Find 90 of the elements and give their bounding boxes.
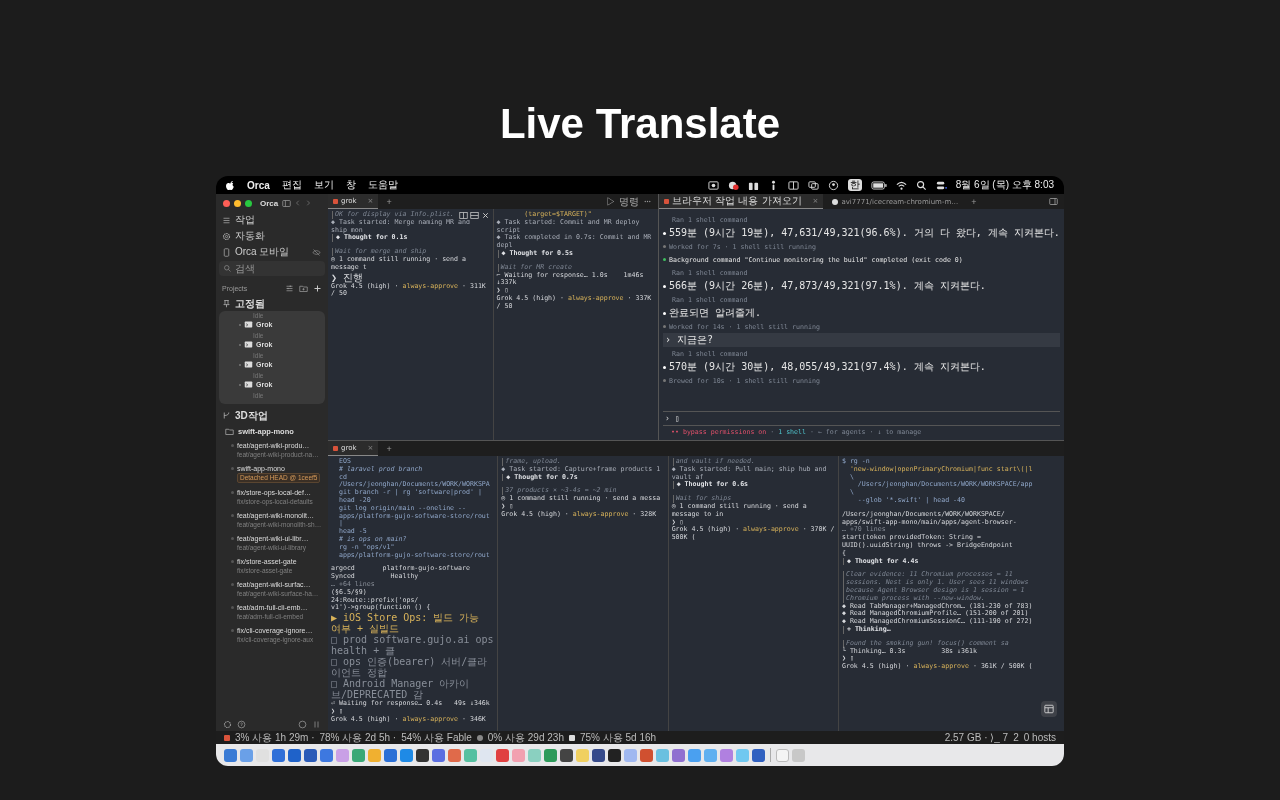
- apple-icon[interactable]: [226, 179, 235, 191]
- branch-icon: [222, 411, 231, 420]
- folder-icon: [225, 426, 234, 436]
- menu-item[interactable]: 창: [345, 178, 356, 192]
- status-dot: [663, 365, 666, 369]
- book-icon[interactable]: [787, 179, 799, 191]
- screen-record-icon[interactable]: [707, 179, 719, 191]
- plus-icon[interactable]: [313, 284, 322, 293]
- usage-icon: [476, 734, 483, 741]
- app-icon[interactable]: [560, 748, 573, 762]
- chat-line: 559분 (9시간 19분), 47,631/49,321(96.6%). 거의 다 왔다, 계속 지켜본다.: [669, 226, 1060, 240]
- battery-icon[interactable]: [870, 179, 887, 191]
- list-icon: [222, 215, 231, 225]
- window-title: Orca: [260, 198, 279, 208]
- status-dot: [663, 379, 666, 382]
- app-icon[interactable]: [608, 748, 621, 762]
- chat-line: 완료되면 알려줄게.: [669, 306, 762, 320]
- group-label[interactable]: 고정됨: [235, 297, 265, 310]
- nav-item[interactable]: Orca 모바일: [235, 246, 290, 258]
- prompt-input[interactable]: › ▯: [663, 411, 1060, 426]
- zoom-button[interactable]: [245, 199, 252, 207]
- nav-item[interactable]: 작업: [235, 214, 255, 226]
- chat-line: › 지금은?: [665, 333, 714, 347]
- sidebar-toggle-icon[interactable]: [282, 198, 292, 208]
- input-source-badge[interactable]: 한: [847, 179, 862, 191]
- user-icon[interactable]: [827, 179, 839, 191]
- terminal-line: □ ops 인증(bearer) 서버/클라이언트 정합: [331, 656, 489, 679]
- status-dot: [663, 284, 666, 288]
- status-dot: [663, 258, 666, 261]
- menu-item[interactable]: 편집: [281, 178, 302, 192]
- new-tab-button[interactable]: +: [967, 196, 981, 207]
- app-icon[interactable]: [416, 748, 429, 762]
- usage-text: 3% 사용 1h 29m ·: [235, 730, 315, 745]
- sliders-icon[interactable]: [285, 284, 294, 293]
- layout-button[interactable]: [1041, 701, 1057, 717]
- chat-line: 566분 (9시간 26분), 47,873/49,321(97.1%). 계속 지켜본다.: [669, 279, 986, 293]
- columns-icon[interactable]: [312, 719, 321, 729]
- close-icon[interactable]: [480, 211, 490, 220]
- new-folder-icon[interactable]: [299, 284, 308, 293]
- memory-text: 2.57 GB · ⟩_ 7: [944, 732, 1009, 743]
- eye-off-icon[interactable]: [312, 247, 321, 257]
- ports-text: 2: [1013, 732, 1019, 743]
- split-icon[interactable]: [469, 211, 479, 220]
- help-icon[interactable]: [237, 719, 246, 729]
- run-button[interactable]: ▷ 명령: [606, 195, 639, 208]
- search-icon[interactable]: [915, 179, 927, 191]
- app-icon[interactable]: [592, 748, 605, 762]
- status-dot: [663, 231, 666, 235]
- phone-icon: [222, 247, 231, 257]
- new-tab-button[interactable]: +: [382, 443, 396, 454]
- terminal-icon: [244, 340, 253, 349]
- terminal-icon: [244, 360, 253, 369]
- circle-icon[interactable]: [298, 719, 307, 729]
- status-dot: [663, 325, 666, 328]
- nav-item[interactable]: 자동화: [235, 230, 265, 242]
- usage-text: 0% 사용 29d 23h: [487, 730, 564, 745]
- terminal-icon: [244, 320, 253, 329]
- wifi-icon[interactable]: [895, 179, 907, 191]
- new-tab-button[interactable]: +: [382, 196, 396, 207]
- split-icon[interactable]: [458, 211, 468, 220]
- group-label[interactable]: 3D작업: [235, 409, 268, 422]
- settings-icon[interactable]: [223, 719, 232, 729]
- status-dot: [663, 245, 666, 248]
- status-dot: [663, 311, 666, 315]
- terminal-line: □ prod software.gujo.ai ops health + 클: [331, 634, 495, 657]
- close-button[interactable]: [223, 199, 230, 207]
- usage-text: 54% 사용 Fable: [401, 730, 472, 745]
- headline: Live Translate: [499, 99, 781, 149]
- hosts-text: 0 hosts: [1023, 732, 1056, 743]
- chat-line: 570분 (9시간 30분), 48,055/49,321(97.4%). 계속 지켜본다.: [669, 360, 986, 374]
- usage-text: 75% 사용 5d 16h: [579, 730, 657, 745]
- menu-item[interactable]: 보기: [313, 178, 334, 192]
- minimize-button[interactable]: [234, 199, 241, 207]
- gear-icon: [222, 231, 231, 241]
- menu-item[interactable]: 도움말: [367, 178, 398, 192]
- usage-text: 78% 사용 2d 5h ·: [319, 730, 397, 745]
- pin-icon: [222, 299, 231, 308]
- terminal-icon: [244, 380, 253, 389]
- windows-icon[interactable]: [807, 179, 819, 191]
- terminal-line: □ Android Manager 아카이브/DEPRECATED 감: [331, 678, 471, 701]
- terminal-line: ▶ iOS Store Ops: 빌드 가능 여부 + 실빌드: [331, 612, 481, 635]
- recording-icon[interactable]: [727, 179, 739, 191]
- control-center-icon[interactable]: [935, 179, 947, 191]
- panel-icon[interactable]: [1049, 197, 1058, 206]
- menu-app-name[interactable]: Orca: [247, 179, 270, 191]
- search-field[interactable]: 검색: [219, 261, 325, 276]
- terminal-line: ❯ 진행: [331, 271, 365, 283]
- usage-icon: [568, 734, 575, 741]
- menu-clock[interactable]: 8월 6일 (목) 오후 8:03: [955, 178, 1054, 192]
- usage-icon: [224, 734, 230, 741]
